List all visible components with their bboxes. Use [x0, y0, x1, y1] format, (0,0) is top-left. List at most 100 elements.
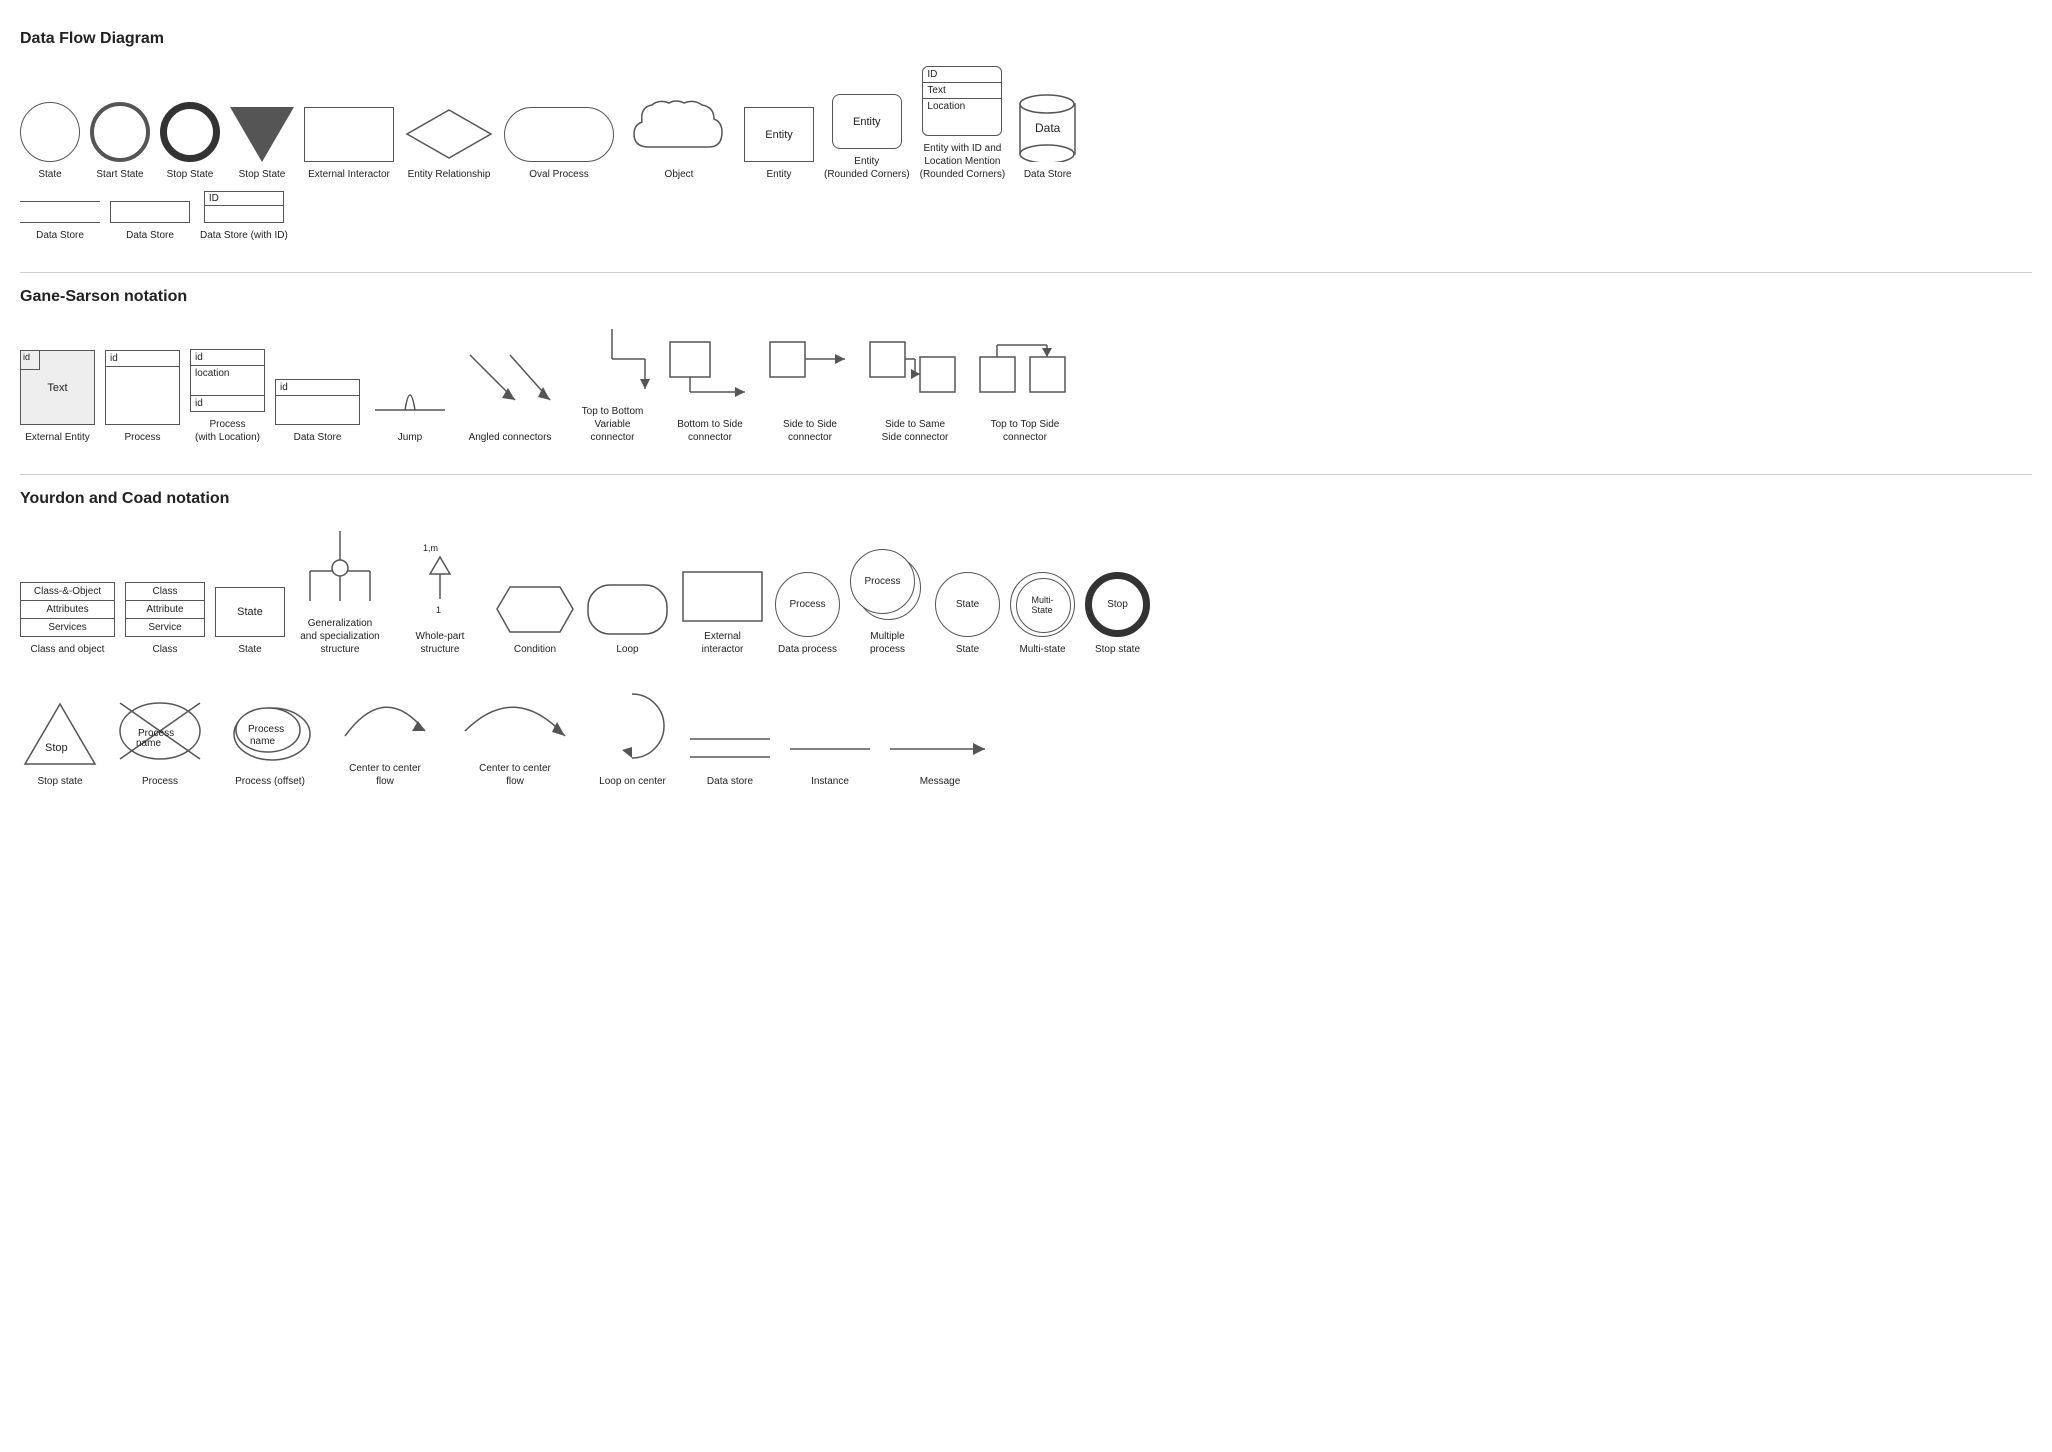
ds3-label: Data Store (with ID) [200, 229, 288, 242]
yc-loop-center-shape [590, 684, 675, 769]
yc-state-item: State State [215, 587, 285, 656]
dfd-ds1: Data Store [20, 201, 100, 242]
gs-side-side: Side to Sideconnector [765, 337, 855, 444]
svg-text:name: name [250, 736, 275, 747]
stop-state-tri-shape [230, 107, 294, 162]
yc-condition-item: Condition [495, 582, 575, 656]
gs-top-bottom-label: Top to BottomVariableconnector [582, 405, 644, 444]
yc-data-process-shape: Process [775, 572, 840, 637]
entity-rel-label: Entity Relationship [408, 168, 491, 181]
yc-loop-item: Loop [585, 582, 670, 656]
gs-data-store: id Data Store [275, 379, 360, 444]
yc-row2: Stop Stop state Process name Process Pro… [20, 676, 2032, 788]
gs-title: Gane-Sarson notation [20, 288, 2032, 306]
yc-ext-interactor-item: Externalinteractor [680, 569, 765, 656]
yc-multi-state-item: Multi-State Multi-state [1010, 572, 1075, 656]
yc-process-offset-label: Process (offset) [235, 775, 305, 788]
dfd-stop-state2: Stop State [230, 107, 294, 181]
oval-process-shape [504, 107, 614, 162]
yc-center-flow1-label: Center to centerflow [349, 762, 421, 788]
angled-shape [460, 350, 560, 425]
stop-state-label1: Stop State [167, 168, 214, 181]
gen-spec-shape [295, 526, 385, 611]
gs-top-top-label: Top to Top Sideconnector [991, 418, 1060, 444]
yc-data-store-shape [685, 729, 775, 769]
dfd-start-state: Start State [90, 102, 150, 181]
yc-gen-spec-item: Generalizationand specializationstructur… [295, 526, 385, 656]
ext-interactor-shape [680, 569, 765, 624]
yc-stop-tri-label: Stop state [37, 775, 82, 788]
gs-section: Gane-Sarson notation id Text External En… [20, 288, 2032, 444]
gs-side-same-label: Side to SameSide connector [882, 418, 949, 444]
gs-top-bottom-var: Top to BottomVariableconnector [570, 324, 655, 444]
yc-ext-interactor-label: Externalinteractor [702, 630, 744, 656]
gs-id-badge: id [21, 351, 32, 363]
gs-proc-empty [106, 367, 179, 424]
yc-process-offset-shape: Process name [220, 694, 320, 769]
gs-process-loc: id location id Process(with Location) [190, 349, 265, 444]
ds-id-label: ID [205, 192, 283, 206]
yc-center-flow2-item: Center to centerflow [450, 676, 580, 788]
ds-box-shape [110, 201, 190, 223]
yc-loop-center-label: Loop on center [599, 775, 666, 788]
dfd-external-interactor: External Interactor [304, 107, 394, 181]
yc-center-flow1-shape [330, 676, 440, 756]
yc-data-store-item: Data store [685, 729, 775, 788]
yc-instance-item: Instance [785, 729, 875, 788]
yc-center-flow2-shape [450, 676, 580, 756]
yc-loop-label: Loop [616, 643, 638, 656]
yc-loop-center-item: Loop on center [590, 684, 675, 788]
gs-proc-label: Process [124, 431, 160, 444]
state-label: State [38, 168, 61, 181]
yc-whole-part-label: Whole-partstructure [416, 630, 465, 656]
gs-side-same-side: Side to SameSide connector [865, 337, 965, 444]
ds1-label: Data Store [36, 229, 84, 242]
gs-ds-empty [276, 396, 359, 424]
yc-state-circle-label: State [956, 643, 979, 656]
external-interactor-label: External Interactor [308, 168, 390, 181]
gs-ds-id: id [276, 380, 359, 396]
yc-data-process-item: Process Data process [775, 572, 840, 656]
gs-proc-loc-id: id [191, 350, 264, 366]
ds-line-shape [20, 201, 100, 223]
entity-with-id-label: Entity with ID andLocation Mention(Round… [920, 142, 1006, 181]
gs-bottom-side: Bottom to Sideconnector [665, 337, 755, 444]
gs-proc-loc-id2: id [191, 396, 264, 411]
top-bottom-var-shape [570, 324, 655, 399]
gs-external-entity: id Text External Entity [20, 350, 95, 444]
svg-text:1: 1 [436, 605, 441, 615]
jump-shape [370, 370, 450, 425]
entity-rel-shape [404, 107, 494, 162]
cylinder-shape: Data [1015, 92, 1080, 162]
gs-side-side-label: Side to Sideconnector [783, 418, 837, 444]
yc-process-name-shape: Process name [110, 694, 210, 769]
gs-ext-shape: id Text [20, 350, 95, 425]
yc-process-name-label: Process [142, 775, 178, 788]
yc-multiple-process-shape: Process [850, 549, 925, 624]
cloud-shape [624, 97, 734, 162]
svg-text:1,m: 1,m [423, 543, 438, 553]
yc-data-process-label: Data process [778, 643, 837, 656]
yc-class-r1: Class [126, 583, 204, 601]
entity-shape: Entity [744, 107, 814, 162]
entity-rounded-shape: Entity [832, 94, 902, 149]
yc-center-flow2-label: Center to centerflow [479, 762, 551, 788]
gs-ext-label: External Entity [25, 431, 89, 444]
yc-state-circle-item: State State [935, 572, 1000, 656]
dfd-stop-state1: Stop State [160, 102, 220, 181]
gs-jump-label: Jump [398, 431, 422, 444]
yc-class-r3: Service [126, 619, 204, 636]
divider1 [20, 272, 2032, 273]
yc-multiple-process-item: Process Multipleprocess [850, 549, 925, 656]
gs-proc-loc-loc: location [191, 366, 264, 396]
svg-text:Process: Process [248, 724, 284, 735]
yc-stop-state-shape: Stop [1085, 572, 1150, 637]
yc-process-offset-item: Process name Process (offset) [220, 694, 320, 788]
yc-class-obj-shape: Class-&-Object Attributes Services [20, 582, 115, 637]
entity-rounded-label: Entity(Rounded Corners) [824, 155, 910, 181]
yc-stop-state-item: Stop Stop state [1085, 572, 1150, 656]
gs-proc-loc-label: Process(with Location) [195, 418, 260, 444]
object-label: Object [665, 168, 694, 181]
gs-proc-loc-shape: id location id [190, 349, 265, 412]
gs-row1: id Text External Entity id Process id lo… [20, 324, 2032, 444]
